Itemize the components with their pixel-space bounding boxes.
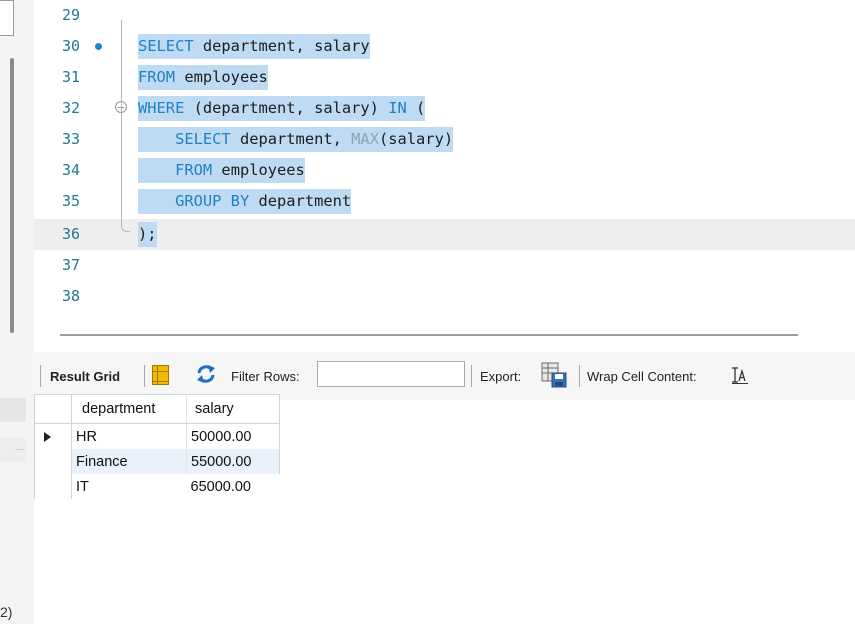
code-text: );	[138, 222, 157, 247]
editor-line-current[interactable]: 36 );	[34, 219, 855, 250]
code-text: FROM employees	[138, 158, 305, 183]
fold-guide-end	[121, 223, 130, 232]
toolbar-separator	[144, 365, 145, 387]
editor-line[interactable]: 33 SELECT department, MAX(salary)	[34, 124, 855, 155]
table-row[interactable]: Finance 55000.00	[34, 449, 280, 474]
navigator-section-band	[0, 398, 26, 422]
result-table: department salary HR 50000.00 Finance 55…	[34, 394, 280, 499]
refresh-icon[interactable]	[194, 362, 218, 386]
line-number: 37	[62, 256, 81, 274]
editor-line[interactable]: 29	[34, 0, 855, 31]
toolbar-separator	[471, 365, 472, 387]
header-row: department salary	[34, 394, 280, 424]
editor-line[interactable]: 30 SELECT department, salary	[34, 31, 855, 62]
code-text: FROM employees	[138, 65, 268, 90]
line-number: 35	[62, 192, 81, 210]
fold-guide	[121, 20, 122, 223]
wrap-text-icon[interactable]	[731, 366, 749, 384]
row-header[interactable]	[34, 474, 72, 499]
statement-marker-icon	[95, 43, 102, 50]
code-text: SELECT department, MAX(salary)	[138, 127, 454, 152]
line-number: 34	[62, 161, 81, 179]
navigator-search-box[interactable]	[0, 0, 14, 36]
code-text: WHERE (department, salary) IN (	[138, 96, 426, 121]
navigator-bottom-text: 2)	[0, 604, 13, 620]
editor-line[interactable]: 35 GROUP BY department	[34, 186, 855, 217]
result-grid-tab[interactable]: Result Grid	[50, 368, 120, 385]
sql-editor[interactable]: 29 30 SELECT department, salary 31 FROM …	[34, 0, 855, 326]
cell-salary[interactable]: 55000.00	[186, 449, 280, 474]
export-label: Export:	[480, 369, 522, 384]
line-number: 31	[62, 68, 81, 86]
code-text: SELECT department, salary	[138, 34, 370, 59]
editor-horizontal-scrollbar[interactable]	[60, 334, 798, 336]
editor-line[interactable]: 34 FROM employees	[34, 155, 855, 186]
column-header-department[interactable]: department	[71, 394, 187, 424]
cell-salary[interactable]: 50000.00	[186, 423, 280, 449]
line-number: 30	[62, 37, 81, 55]
cell-department[interactable]: IT	[72, 474, 187, 499]
row-header[interactable]	[34, 423, 72, 449]
line-number: 33	[62, 130, 81, 148]
row-pointer-icon	[44, 431, 51, 442]
editor-line[interactable]: 31 FROM employees	[34, 62, 855, 93]
row-header-corner	[34, 394, 72, 424]
table-row[interactable]: IT 65000.00	[34, 474, 280, 499]
line-number: 36	[62, 225, 81, 243]
column-header-salary[interactable]: salary	[186, 394, 280, 424]
line-number: 38	[62, 287, 81, 305]
editor-line[interactable]: 38	[34, 281, 855, 312]
grid-layout-icon[interactable]	[152, 365, 169, 385]
toolbar-separator	[40, 365, 41, 387]
cell-department[interactable]: Finance	[71, 449, 187, 474]
line-number: 29	[62, 6, 81, 24]
navigator-pane: ····· 2)	[0, 0, 34, 624]
row-header[interactable]	[34, 449, 72, 474]
wrap-cell-content-label: Wrap Cell Content:	[587, 369, 697, 384]
table-row[interactable]: HR 50000.00	[34, 423, 280, 449]
result-grid[interactable]: department salary HR 50000.00 Finance 55…	[34, 394, 280, 499]
toolbar-separator	[579, 365, 580, 387]
splitter-grip[interactable]: ·····	[0, 438, 26, 462]
cell-salary[interactable]: 65000.00	[187, 474, 280, 499]
cell-department[interactable]: HR	[71, 423, 187, 449]
filter-rows-label: Filter Rows:	[231, 369, 300, 384]
navigator-scrollbar[interactable]	[10, 58, 14, 333]
editor-line[interactable]: 32 WHERE (department, salary) IN (	[34, 93, 855, 124]
line-number: 32	[62, 99, 81, 117]
editor-line[interactable]: 37	[34, 250, 855, 281]
code-text: GROUP BY department	[138, 189, 352, 214]
filter-rows-input[interactable]	[317, 361, 465, 387]
export-icon[interactable]	[540, 361, 568, 389]
result-toolbar: Result Grid Filter Rows: Export: Wrap Ce…	[34, 352, 855, 400]
